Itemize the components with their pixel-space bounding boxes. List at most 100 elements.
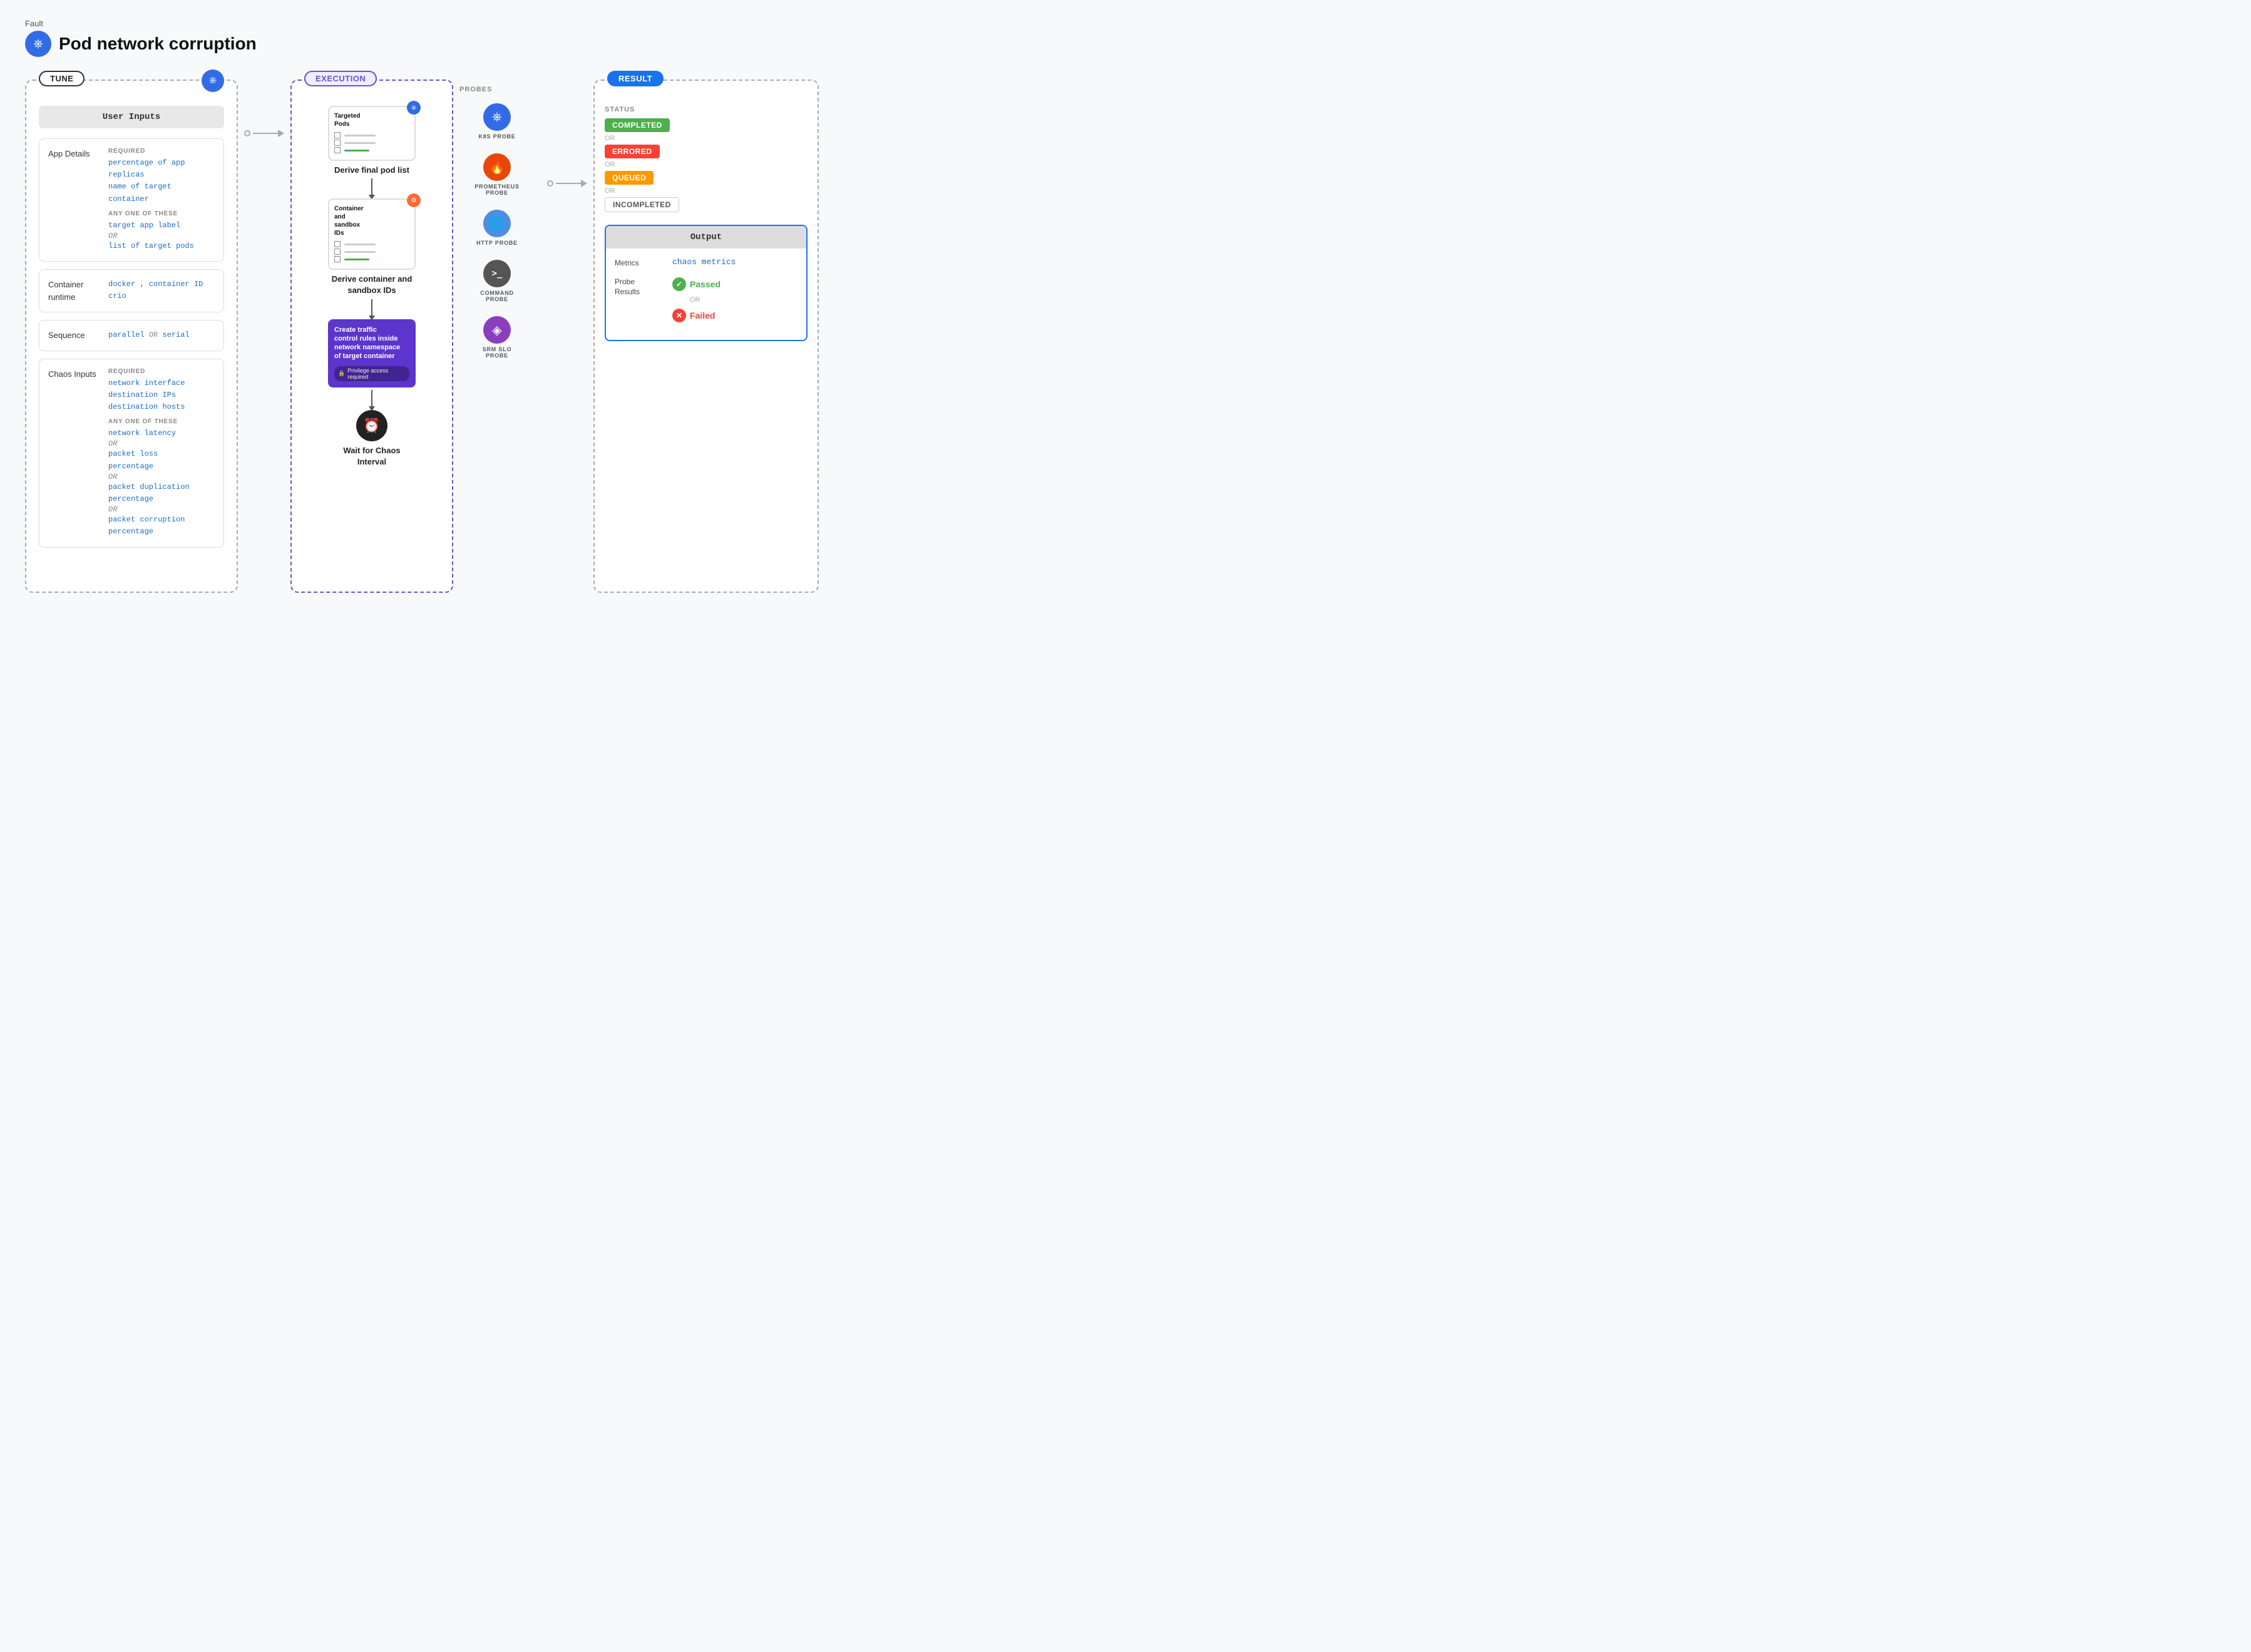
or-2: OR bbox=[605, 161, 808, 168]
required-tag-chaos: REQUIRED bbox=[108, 368, 215, 375]
metrics-row: Metrics chaos metrics bbox=[615, 257, 797, 269]
step-2-label: Derive container andsandbox IDs bbox=[332, 274, 413, 296]
any-one-tag-app: ANY ONE OF THESE bbox=[108, 210, 215, 217]
x-circle-icon: ✕ bbox=[672, 309, 686, 322]
traffic-control-title: Create trafficcontrol rules insidenetwor… bbox=[334, 326, 409, 361]
step-arrow-3 bbox=[371, 390, 372, 408]
srm-probe-icon: ◈ bbox=[483, 316, 511, 344]
status-completed: COMPLETED bbox=[605, 118, 670, 132]
container-sandbox-lines bbox=[334, 241, 409, 262]
sequence-values: parallel OR serial bbox=[108, 329, 215, 341]
output-body: Metrics chaos metrics ProbeResults ✓ Pas… bbox=[606, 249, 806, 340]
user-inputs-header: User Inputs bbox=[39, 106, 224, 128]
probes-panel: PROBES ⎈ K8S PROBE 🔥 PROMETHEUSPROBE 🌐 H… bbox=[453, 80, 541, 372]
probe-or-text: OR bbox=[690, 296, 720, 304]
clock-card: ⏰ bbox=[356, 410, 387, 441]
sequence-val: parallel OR serial bbox=[108, 329, 215, 341]
probe-k8s: ⎈ K8S PROBE bbox=[459, 103, 535, 140]
result-badge: RESULT bbox=[607, 71, 664, 86]
status-incompleted: INCOMPLETED bbox=[605, 197, 679, 212]
targeted-pods-card: ⎈ TargetedPods bbox=[328, 106, 416, 161]
runtime-val-1: docker , container ID bbox=[108, 279, 215, 290]
chaos-or-2: OR bbox=[108, 473, 215, 481]
step-arrow-2 bbox=[371, 299, 372, 317]
step-1-label: Derive final pod list bbox=[334, 165, 409, 176]
container-sandbox-card: ⚙ ContainerandsandboxIDs bbox=[328, 198, 416, 270]
metrics-value: chaos metrics bbox=[672, 257, 736, 267]
command-probe-icon: >_ bbox=[483, 260, 511, 287]
probe-results-values: ✓ Passed OR ✕ Failed bbox=[672, 277, 720, 322]
passed-result: ✓ Passed bbox=[672, 277, 720, 291]
dot-circle-1 bbox=[244, 130, 250, 136]
sequence-section: Sequence parallel OR serial bbox=[39, 320, 224, 351]
chaos-or-3: OR bbox=[108, 505, 215, 514]
chaos-val-2: destination IPs bbox=[108, 389, 215, 401]
failed-text: Failed bbox=[690, 310, 715, 321]
srm-probe-label: SRM SLOPROBE bbox=[483, 346, 512, 359]
step-container-sandbox: ⚙ ContainerandsandboxIDs bbox=[328, 198, 416, 296]
passed-text: Passed bbox=[690, 279, 720, 289]
container-runtime-label: Containerruntime bbox=[48, 279, 98, 303]
failed-result: ✕ Failed bbox=[672, 309, 720, 322]
app-or-1: OR bbox=[108, 232, 215, 240]
chaos-or-1: OR bbox=[108, 439, 215, 448]
tune-badge: TUNE bbox=[39, 71, 85, 86]
container-sandbox-badge: ⚙ bbox=[407, 193, 421, 207]
output-box: Output Metrics chaos metrics ProbeResult… bbox=[605, 225, 808, 341]
app-val-4: list of target pods bbox=[108, 240, 215, 252]
or-3: OR bbox=[605, 187, 808, 195]
http-probe-label: HTTP PROBE bbox=[476, 240, 518, 246]
arrow-line-1 bbox=[253, 133, 278, 134]
metrics-label: Metrics bbox=[615, 257, 665, 269]
command-probe-label: COMMANDPROBE bbox=[480, 290, 514, 302]
arrow-line-2 bbox=[556, 183, 581, 184]
app-val-1: percentage of appreplicas bbox=[108, 157, 215, 181]
arrow-head-2 bbox=[581, 180, 587, 187]
chaos-inputs-section: Chaos Inputs REQUIRED network interface … bbox=[39, 359, 224, 548]
status-queued: QUEUED bbox=[605, 171, 654, 185]
probes-to-result-arrow bbox=[541, 180, 593, 187]
title-text: Pod network corruption bbox=[59, 34, 257, 54]
prometheus-probe-icon: 🔥 bbox=[483, 153, 511, 181]
check-circle-icon: ✓ bbox=[672, 277, 686, 291]
container-runtime-values: docker , container ID crio bbox=[108, 279, 215, 302]
execution-panel: EXECUTION ⎈ TargetedPods bbox=[290, 80, 453, 593]
probe-prometheus: 🔥 PROMETHEUSPROBE bbox=[459, 153, 535, 196]
chaos-val-5: packet losspercentage bbox=[108, 448, 215, 472]
chaos-val-7: packet corruptionpercentage bbox=[108, 514, 215, 538]
execution-badge: EXECUTION bbox=[304, 71, 377, 86]
step-arrow-1 bbox=[371, 178, 372, 196]
page-title: ⎈ Pod network corruption bbox=[25, 31, 2226, 57]
result-panel: RESULT STATUS COMPLETED OR ERRORED OR QU… bbox=[593, 80, 819, 593]
tune-to-execution-arrow bbox=[238, 130, 290, 137]
sequence-label: Sequence bbox=[48, 329, 98, 342]
k8s-probe-icon: ⎈ bbox=[483, 103, 511, 131]
any-one-tag-chaos: ANY ONE OF THESE bbox=[108, 418, 215, 425]
container-sandbox-title: ContainerandsandboxIDs bbox=[334, 205, 409, 237]
required-tag-app: REQUIRED bbox=[108, 148, 215, 155]
http-probe-icon: 🌐 bbox=[483, 210, 511, 237]
dot-circle-2 bbox=[547, 180, 553, 187]
step-4-label: Wait for ChaosInterval bbox=[343, 445, 400, 468]
targeted-pods-badge: ⎈ bbox=[407, 101, 421, 115]
tune-k8s-icon: ⎈ bbox=[202, 69, 224, 92]
probes-label: PROBES bbox=[459, 86, 535, 93]
privilege-badge: 🔒 Privilege access required bbox=[334, 366, 409, 381]
privilege-text: Privilege access required bbox=[347, 367, 406, 380]
app-val-3: target app label bbox=[108, 220, 215, 232]
app-val-2: name of targetcontainer bbox=[108, 181, 215, 205]
probe-http: 🌐 HTTP PROBE bbox=[459, 210, 535, 246]
app-details-label: App Details bbox=[48, 148, 98, 160]
output-header: Output bbox=[606, 226, 806, 249]
chaos-val-4: network latency bbox=[108, 428, 215, 439]
or-1: OR bbox=[605, 135, 808, 142]
probe-results-label: ProbeResults bbox=[615, 277, 665, 297]
exec-flow: ⎈ TargetedPods bbox=[302, 106, 442, 468]
status-errored: ERRORED bbox=[605, 145, 660, 158]
chaos-inputs-label: Chaos Inputs bbox=[48, 368, 98, 381]
k8s-probe-label: K8S PROBE bbox=[478, 133, 515, 140]
k8s-icon: ⎈ bbox=[25, 31, 51, 57]
arrow-head-1 bbox=[278, 130, 284, 137]
step-targeted-pods: ⎈ TargetedPods bbox=[328, 106, 416, 176]
prometheus-probe-label: PROMETHEUSPROBE bbox=[474, 183, 520, 196]
